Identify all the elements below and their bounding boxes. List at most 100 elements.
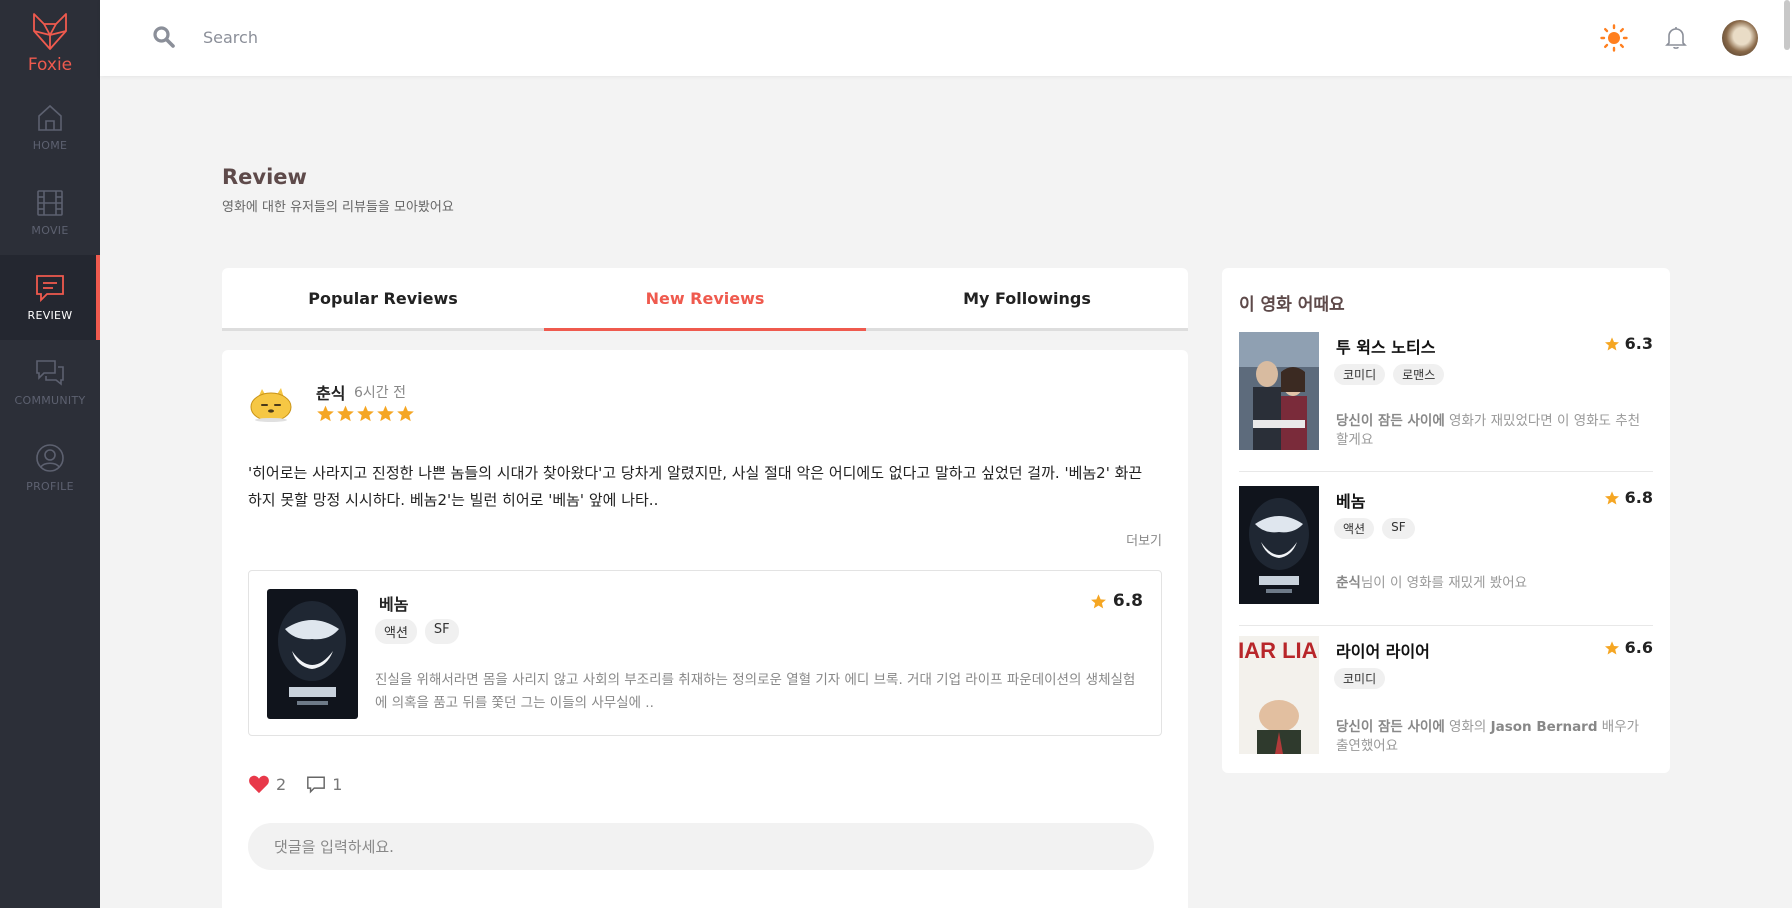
review-time: 6시간 전 [354,385,406,401]
like-button[interactable]: 2 [248,774,286,794]
review-stars [316,404,415,423]
recommend-item[interactable]: 투 윅스 노티스 6.3 코미디 로맨스 당신이 잠든 사이에 영화가 재밌었다… [1239,332,1653,472]
genre-tag[interactable]: SF [424,619,459,644]
movie-title[interactable]: 베놈 [379,591,408,615]
recommend-movie-title[interactable]: 투 윅스 노티스 [1336,334,1435,358]
review-text: '히어로는 사라지고 진정한 나쁜 놈들의 시대가 찾아왔다'고 당차게 알렸지… [248,464,1143,509]
recommend-reason: 춘식님이 이 영화를 재밌게 봤어요 [1336,574,1652,593]
reason-text: 영화의 [1444,719,1491,735]
rating-value: 6.6 [1624,638,1653,657]
review-movie-card[interactable]: 베놈 6.8 액션 SF 진실을 위해서라면 몸을 사리지 않고 사회의 부조리… [248,570,1162,736]
home-icon [35,103,65,133]
movie-poster [1239,486,1319,604]
search-icon[interactable] [152,25,176,53]
avatar[interactable] [1722,20,1758,56]
movie-rating: 6.3 [1604,334,1653,353]
review-actions: 2 1 [248,774,342,794]
star-icon [1090,593,1106,608]
reason-highlight: 당신이 잠든 사이에 [1336,719,1445,735]
movie-tags: 코미디 로맨스 [1334,364,1445,385]
movie-rating: 6.6 [1604,638,1653,657]
comment-input[interactable] [248,823,1154,870]
sidebar-item-label: COMMUNITY [14,394,86,407]
rating-value: 6.8 [1624,488,1653,507]
chat-icon [34,358,66,388]
more-link[interactable]: 더보기 [1126,530,1162,549]
recommend-reason: 당신이 잠든 사이에 영화가 재밌었다면 이 영화도 추천할게요 [1336,412,1652,450]
comment-count: 1 [332,774,343,794]
rating-value: 6.8 [1112,591,1143,611]
like-count: 2 [276,774,287,794]
genre-tag[interactable]: 액션 [1334,518,1375,539]
star-icon [1604,640,1619,654]
sun-icon[interactable] [1600,24,1628,56]
recommend-panel: 이 영화 어때요 투 윅스 노티스 6.3 코미디 로맨스 당신이 잠든 사이에… [1222,268,1670,773]
user-icon [34,442,66,474]
movie-poster [1239,332,1319,450]
brand-name: Foxie [27,54,73,75]
heart-icon [249,775,269,794]
reviewer-avatar[interactable] [248,380,294,426]
sidebar-item-label: MOVIE [31,224,69,237]
tab-my-followings[interactable]: My Followings [866,268,1188,328]
review-card: 춘식 6시간 전 '히어로는 사라지고 진정한 나쁜 놈들의 시대가 찾아왔다'… [222,350,1188,908]
sidebar-item-profile[interactable]: PROFILE [0,425,100,510]
genre-tag[interactable]: 코미디 [1334,364,1386,385]
search-input[interactable] [203,22,603,52]
recommend-reason: 당신이 잠든 사이에 영화의 Jason Bernard 배우가 출연했어요 [1336,718,1652,756]
reviewer-name[interactable]: 춘식 [316,380,345,404]
bell-icon[interactable] [1663,25,1689,55]
movie-poster: LIAR LIAR [1239,636,1319,754]
genre-tag[interactable]: SF [1382,518,1415,539]
genre-tag[interactable]: 로맨스 [1393,364,1445,385]
fox-logo-icon [30,11,70,51]
review-tabs: Popular Reviews New Reviews My Following… [222,268,1188,331]
movie-poster [267,589,358,719]
sidebar-item-home[interactable]: HOME [0,85,100,170]
star-icon [1604,336,1619,350]
scrollbar[interactable] [1784,0,1790,50]
recommend-movie-title[interactable]: 베놈 [1336,488,1365,512]
sidebar: Foxie HOME MOVIE REVIEW COMMUNITY PROFIL… [0,0,100,908]
comment-button[interactable]: 1 [306,775,342,794]
sidebar-item-label: PROFILE [26,480,74,493]
comment-icon [307,776,326,794]
recommend-item[interactable]: LIAR LIAR 라이어 라이어 6.6 코미디 당신이 잠든 사이에 영화의… [1239,636,1653,754]
reason-highlight: 춘식 [1336,575,1361,591]
movie-tags: 액션 SF [375,619,459,644]
star-icon [357,405,374,422]
movie-description: 진실을 위해서라면 몸을 사리지 않고 사회의 부조리를 취재하는 정의로운 열… [375,672,1136,711]
genre-tag[interactable]: 액션 [375,619,417,644]
star-icon [377,405,394,422]
brand[interactable]: Foxie [0,0,100,85]
star-icon [317,405,334,422]
movie-rating: 6.8 [1604,488,1653,507]
recommend-title: 이 영화 어때요 [1239,295,1345,315]
movie-tags: 코미디 [1334,668,1386,689]
message-icon [34,273,66,303]
reason-highlight: 당신이 잠든 사이에 [1336,413,1445,429]
reason-highlight: Jason Bernard [1490,719,1598,735]
tab-popular-reviews[interactable]: Popular Reviews [222,268,544,328]
film-icon [35,188,65,218]
top-bar [100,0,1792,76]
sidebar-item-review[interactable]: REVIEW [0,255,100,340]
recommend-item[interactable]: 베놈 6.8 액션 SF 춘식님이 이 영화를 재밌게 봤어요 [1239,486,1653,626]
page-title: Review [222,165,307,189]
sidebar-item-label: HOME [32,139,68,152]
tab-new-reviews[interactable]: New Reviews [544,268,866,331]
star-icon [337,405,354,422]
sidebar-item-label: REVIEW [27,309,73,322]
sidebar-item-community[interactable]: COMMUNITY [0,340,100,425]
reason-text: 님이 이 영화를 재밌게 봤어요 [1360,575,1528,591]
page-subtitle: 영화에 대한 유저들의 리뷰들을 모아봤어요 [222,200,454,215]
sidebar-item-movie[interactable]: MOVIE [0,170,100,255]
genre-tag[interactable]: 코미디 [1334,668,1386,689]
star-icon [1604,490,1619,504]
movie-rating: 6.8 [1090,591,1143,611]
rating-value: 6.3 [1624,334,1653,353]
recommend-movie-title[interactable]: 라이어 라이어 [1336,638,1430,662]
poster-text: LIAR LIAR [1239,638,1319,663]
star-icon [397,405,414,422]
movie-tags: 액션 SF [1334,518,1415,539]
